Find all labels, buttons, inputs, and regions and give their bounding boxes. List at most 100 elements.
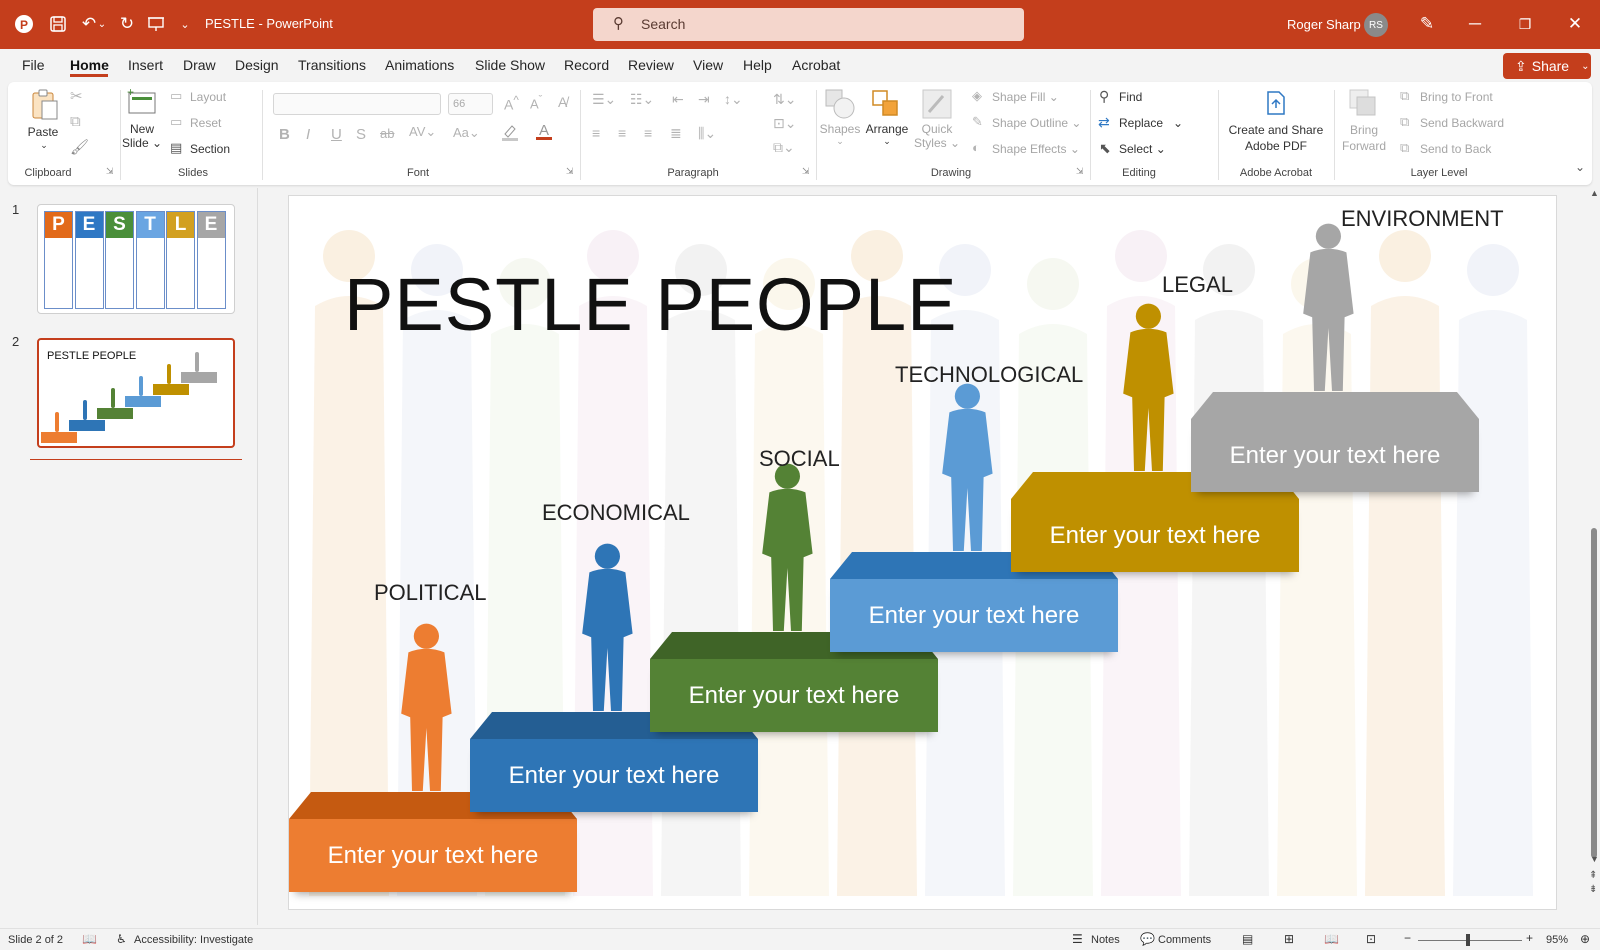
- slide-show-icon[interactable]: ⊡: [1366, 932, 1376, 946]
- tab-file[interactable]: File: [22, 57, 45, 73]
- reading-view-icon[interactable]: 📖: [1324, 932, 1339, 946]
- tab-review[interactable]: Review: [628, 57, 674, 73]
- clear-formatting-icon[interactable]: A̸: [558, 94, 567, 110]
- replace-icon[interactable]: ⇄: [1098, 114, 1110, 131]
- restore-icon[interactable]: ❐: [1512, 11, 1538, 37]
- create-pdf-button[interactable]: Create and Share Adobe PDF: [1226, 122, 1326, 154]
- fit-slide-icon[interactable]: ⊕: [1580, 932, 1590, 946]
- highlight-color-icon[interactable]: [500, 122, 522, 146]
- decrease-indent-icon[interactable]: ⇤: [672, 91, 684, 108]
- line-spacing-icon[interactable]: ↕⌄: [724, 91, 743, 108]
- scroll-down-icon[interactable]: ▼: [1590, 854, 1599, 864]
- align-text-icon[interactable]: ⊡⌄: [773, 115, 796, 132]
- present-from-beginning-icon[interactable]: [143, 11, 169, 37]
- step-text-box[interactable]: Enter your text here: [470, 739, 758, 812]
- tab-slide-show[interactable]: Slide Show: [475, 57, 545, 73]
- vertical-scrollbar[interactable]: ▲ ▼ ⇞ ⇟: [1588, 188, 1600, 900]
- arrange-label[interactable]: Arrange: [862, 122, 912, 136]
- zoom-level[interactable]: 95%: [1546, 934, 1568, 946]
- send-backward-button[interactable]: Send Backward: [1420, 116, 1504, 130]
- comments-icon[interactable]: 💬: [1140, 932, 1155, 946]
- user-name[interactable]: Roger Sharp: [1287, 17, 1361, 32]
- font-name-combo[interactable]: [273, 93, 441, 115]
- tab-animations[interactable]: Animations: [385, 57, 454, 73]
- bring-forward-icon[interactable]: [1348, 88, 1378, 122]
- notes-icon[interactable]: ☰: [1072, 932, 1083, 946]
- convert-smartart-icon[interactable]: ⧉⌄: [773, 139, 795, 156]
- category-label-legal[interactable]: LEGAL: [1162, 272, 1233, 298]
- shape-fill-button[interactable]: Shape Fill ⌄: [992, 90, 1059, 104]
- tab-draw[interactable]: Draw: [183, 57, 216, 73]
- accessibility-icon[interactable]: ♿: [116, 932, 127, 946]
- columns-icon[interactable]: ⫼⌄: [698, 125, 716, 142]
- spelling-check-icon[interactable]: 📖: [82, 932, 97, 946]
- arrange-dropdown-icon[interactable]: ⌄: [881, 136, 893, 147]
- paste-icon[interactable]: [28, 88, 60, 120]
- new-slide-icon[interactable]: +: [126, 85, 158, 121]
- scrollbar-thumb[interactable]: [1591, 528, 1597, 858]
- undo-dropdown-icon[interactable]: ⌄: [96, 11, 108, 37]
- category-label-technological[interactable]: TECHNOLOGICAL: [895, 362, 1083, 388]
- search-input[interactable]: ⚲ Search: [593, 8, 1024, 41]
- step-text-box[interactable]: Enter your text here: [1191, 419, 1479, 492]
- quick-styles-icon[interactable]: [921, 88, 953, 124]
- drawing-launcher-icon[interactable]: ⇲: [1076, 166, 1084, 177]
- align-center-icon[interactable]: ≡: [618, 125, 626, 141]
- shadow-button[interactable]: S: [356, 126, 366, 143]
- paste-dropdown-icon[interactable]: ⌄: [38, 140, 50, 151]
- text-direction-icon[interactable]: ⇅⌄: [773, 91, 796, 108]
- category-label-political[interactable]: POLITICAL: [374, 580, 486, 606]
- bring-to-front-button[interactable]: Bring to Front: [1420, 90, 1493, 104]
- save-icon[interactable]: [45, 11, 71, 37]
- reset-icon[interactable]: ▭: [170, 114, 182, 130]
- shape-effects-icon[interactable]: ◐: [972, 140, 980, 155]
- bring-to-front-icon[interactable]: ⧉: [1400, 88, 1409, 104]
- redo-icon[interactable]: ↻: [114, 11, 140, 37]
- accessibility-status[interactable]: Accessibility: Investigate: [134, 934, 253, 946]
- format-painter-icon[interactable]: 🖌: [70, 138, 89, 156]
- change-case-icon[interactable]: Aa⌄: [453, 125, 480, 141]
- increase-font-icon[interactable]: A^: [504, 94, 519, 113]
- slide-counter[interactable]: Slide 2 of 2: [8, 934, 63, 946]
- zoom-slider-thumb[interactable]: [1466, 934, 1470, 946]
- step-text-box[interactable]: Enter your text here: [650, 659, 938, 732]
- font-size-combo[interactable]: 66: [448, 93, 493, 115]
- replace-button[interactable]: Replace ⌄: [1119, 116, 1183, 130]
- paste-label[interactable]: Paste: [25, 125, 61, 139]
- slide-thumbnail-2[interactable]: PESTLE PEOPLE: [37, 338, 235, 448]
- step-environment[interactable]: Enter your text here: [1191, 392, 1479, 492]
- minimize-icon[interactable]: ─: [1462, 11, 1488, 37]
- font-color-icon[interactable]: A: [536, 122, 552, 140]
- scroll-up-icon[interactable]: ▲: [1590, 188, 1599, 198]
- align-right-icon[interactable]: ≡: [644, 125, 652, 141]
- tab-acrobat[interactable]: Acrobat: [792, 57, 840, 73]
- category-label-economical[interactable]: ECONOMICAL: [542, 500, 690, 526]
- shapes-icon[interactable]: [824, 88, 856, 124]
- customize-toolbar-icon[interactable]: ⌄: [172, 11, 198, 37]
- notes-button[interactable]: Notes: [1091, 934, 1120, 946]
- zoom-slider[interactable]: [1418, 940, 1522, 941]
- bold-button[interactable]: B: [279, 126, 290, 143]
- step-text-box[interactable]: Enter your text here: [830, 579, 1118, 652]
- previous-slide-icon[interactable]: ⇞: [1589, 870, 1597, 881]
- send-backward-icon[interactable]: ⧉: [1400, 114, 1409, 130]
- new-slide-label[interactable]: New Slide ⌄: [120, 122, 164, 150]
- ribbon-collapse-icon[interactable]: ⌄: [1575, 160, 1585, 174]
- shape-outline-icon[interactable]: ✎: [972, 114, 983, 130]
- slide-canvas[interactable]: PESTLE PEOPLE Enter your text here POLITI…: [289, 196, 1556, 909]
- close-icon[interactable]: ✕: [1562, 11, 1588, 37]
- font-launcher-icon[interactable]: ⇲: [566, 166, 574, 177]
- tab-view[interactable]: View: [693, 57, 723, 73]
- share-dropdown-icon[interactable]: ⌄: [1581, 61, 1589, 72]
- cut-icon[interactable]: ✂: [70, 87, 83, 105]
- send-to-back-icon[interactable]: ⧉: [1400, 140, 1409, 156]
- select-button[interactable]: Select ⌄: [1119, 142, 1166, 156]
- copy-icon[interactable]: ⧉: [70, 113, 81, 130]
- bullets-icon[interactable]: ☰⌄: [592, 91, 616, 108]
- zoom-out-icon[interactable]: −: [1404, 931, 1411, 945]
- tab-help[interactable]: Help: [743, 57, 772, 73]
- bring-forward-button[interactable]: Bring Forward: [1340, 122, 1388, 154]
- step-text-box[interactable]: Enter your text here: [289, 819, 577, 892]
- character-spacing-icon[interactable]: AV⌄: [409, 124, 436, 140]
- slide-sorter-icon[interactable]: ⊞: [1284, 932, 1294, 946]
